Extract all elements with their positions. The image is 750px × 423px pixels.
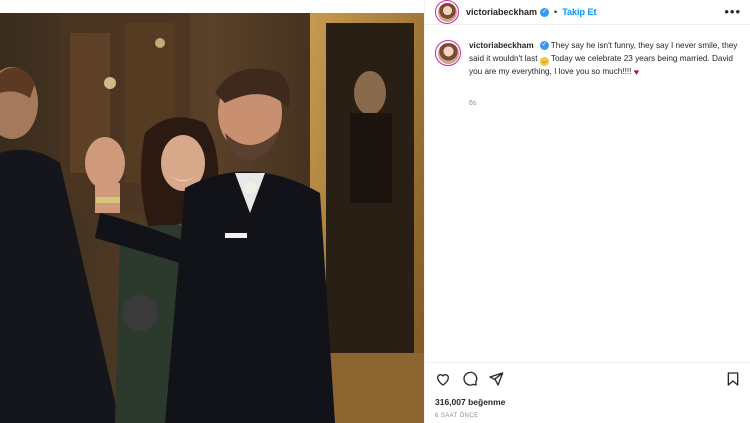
caption-verified-badge-icon: ✓ [539,41,549,51]
caption: victoriabeckham ✓ They say he isn't funny… [435,40,741,78]
paper-plane-icon[interactable] [488,371,504,387]
laughing-emoji-icon: ◡ [539,56,549,66]
heart-icon[interactable] [435,371,451,387]
comment-icon[interactable] [462,371,478,387]
more-options-icon[interactable]: ••• [724,4,741,19]
bookmark-icon[interactable] [725,371,741,387]
post-side-panel: victoriabeckham ✓ • Takip Et ••• victori… [424,0,750,423]
header-username[interactable]: victoriabeckham [466,7,537,17]
header-separator: • [554,7,558,17]
verified-badge-icon: ✓ [540,7,550,17]
caption-avatar[interactable] [435,40,461,66]
post-photo-image [0,13,424,423]
follow-button[interactable]: Takip Et [562,7,596,17]
avatar[interactable] [435,0,459,24]
post-date: 6 SAAT ÖNCE [435,413,479,419]
caption-username[interactable]: victoriabeckham [469,41,534,50]
heart-emoji-icon: ♥ [633,66,640,77]
caption-age: 6s [469,100,477,107]
action-bar [425,362,750,392]
caption-text: victoriabeckham ✓ They say he isn't funny… [469,40,739,78]
likes-count[interactable]: 316,007 beğenme [435,397,505,407]
post-photo[interactable] [0,13,424,423]
post-header: victoriabeckham ✓ • Takip Et ••• [425,0,750,25]
